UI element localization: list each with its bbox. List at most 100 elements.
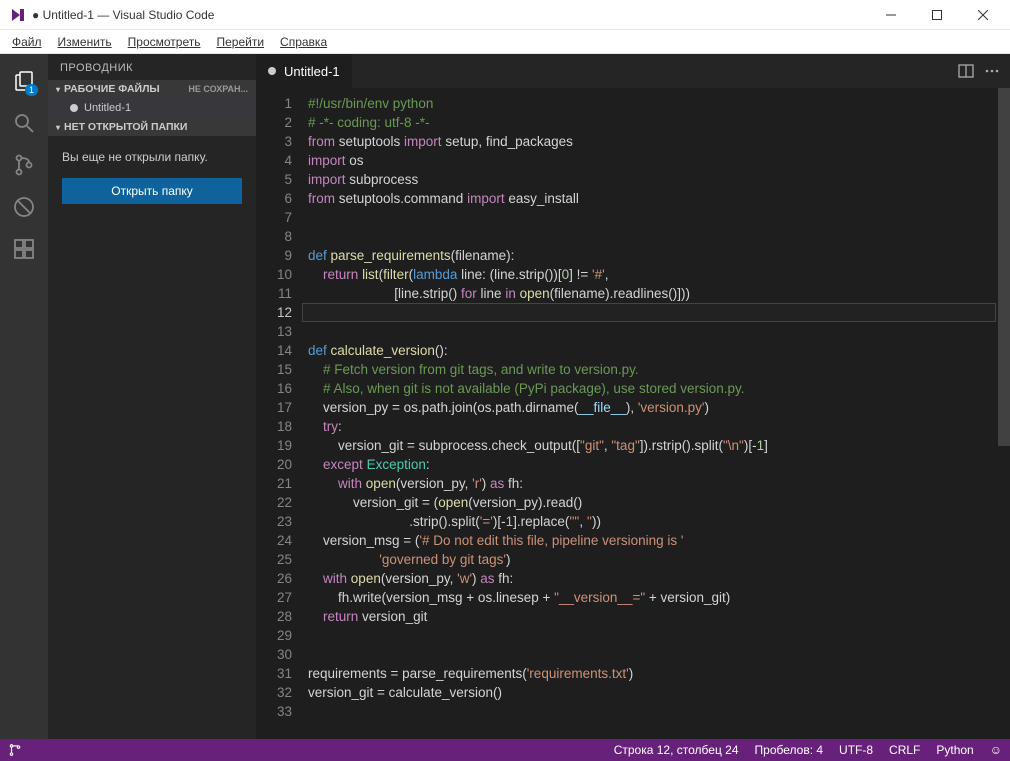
activity-badge: 1	[25, 84, 38, 96]
scrollbar-thumb[interactable]	[998, 88, 1010, 446]
code-line[interactable]: version_git = calculate_version()	[308, 683, 996, 702]
code-line[interactable]: import subprocess	[308, 170, 996, 189]
status-encoding[interactable]: UTF-8	[839, 743, 873, 757]
status-feedback-icon[interactable]: ☺	[990, 743, 1002, 757]
status-eol[interactable]: CRLF	[889, 743, 920, 757]
code-line[interactable]: 'governed by git tags')	[308, 550, 996, 569]
code-line[interactable]: def calculate_version():	[308, 341, 996, 360]
minimize-button[interactable]	[868, 0, 914, 30]
git-branch-icon[interactable]	[8, 743, 22, 757]
gutter: 1234567891011121314151617181920212223242…	[256, 88, 302, 739]
menubar: Файл Изменить Просмотреть Перейти Справк…	[0, 30, 1010, 54]
line-number: 32	[256, 683, 292, 702]
code-line[interactable]: def parse_requirements(filename):	[308, 246, 996, 265]
code-content[interactable]: #!/usr/bin/env python# -*- coding: utf-8…	[302, 88, 996, 739]
code-line[interactable]	[308, 702, 996, 721]
code-line[interactable]	[308, 322, 996, 341]
line-number: 26	[256, 569, 292, 588]
code-line[interactable]: # Fetch version from git tags, and write…	[308, 360, 996, 379]
code-line[interactable]: from setuptools import setup, find_packa…	[308, 132, 996, 151]
open-file-item[interactable]: Untitled-1	[48, 98, 256, 118]
code-line[interactable]: version_msg = ('# Do not edit this file,…	[308, 531, 996, 550]
split-editor-icon[interactable]	[958, 63, 974, 79]
line-number: 29	[256, 626, 292, 645]
code-line[interactable]	[308, 626, 996, 645]
main: 1 ПРОВОДНИК ▾ РАБОЧИЕ ФАЙЛЫ НЕ СОХРАН...…	[0, 54, 1010, 739]
activity-debug[interactable]	[0, 186, 48, 228]
no-folder-header[interactable]: ▾ НЕТ ОТКРЫТОЙ ПАПКИ	[48, 118, 256, 136]
code-line[interactable]	[308, 208, 996, 227]
menu-go[interactable]: Перейти	[208, 31, 272, 53]
code-line[interactable]	[308, 303, 996, 322]
editor[interactable]: 1234567891011121314151617181920212223242…	[256, 88, 1010, 739]
vertical-scrollbar[interactable]	[998, 88, 1010, 739]
line-number: 4	[256, 151, 292, 170]
line-number: 19	[256, 436, 292, 455]
code-line[interactable]: # -*- coding: utf-8 -*-	[308, 113, 996, 132]
chevron-down-icon: ▾	[56, 123, 60, 132]
activity-bar: 1	[0, 54, 48, 739]
code-line[interactable]: return list(filter(lambda line: (line.st…	[308, 265, 996, 284]
menu-file[interactable]: Файл	[4, 31, 50, 53]
line-number: 25	[256, 550, 292, 569]
maximize-button[interactable]	[914, 0, 960, 30]
activity-source-control[interactable]	[0, 144, 48, 186]
code-line[interactable]: from setuptools.command import easy_inst…	[308, 189, 996, 208]
menu-help[interactable]: Справка	[272, 31, 335, 53]
status-language[interactable]: Python	[936, 743, 973, 757]
menu-view[interactable]: Просмотреть	[120, 31, 209, 53]
code-line[interactable]	[308, 645, 996, 664]
code-line[interactable]: requirements = parse_requirements('requi…	[308, 664, 996, 683]
code-line[interactable]: # Also, when git is not available (PyPi …	[308, 379, 996, 398]
code-line[interactable]: with open(version_py, 'r') as fh:	[308, 474, 996, 493]
line-number: 14	[256, 341, 292, 360]
line-number: 30	[256, 645, 292, 664]
code-line[interactable]: return version_git	[308, 607, 996, 626]
working-files-header[interactable]: ▾ РАБОЧИЕ ФАЙЛЫ НЕ СОХРАН...	[48, 80, 256, 98]
code-line[interactable]: with open(version_py, 'w') as fh:	[308, 569, 996, 588]
open-file-label: Untitled-1	[84, 102, 131, 114]
code-line[interactable]	[308, 227, 996, 246]
line-number: 11	[256, 284, 292, 303]
status-bar: Строка 12, столбец 24 Пробелов: 4 UTF-8 …	[0, 739, 1010, 761]
line-number: 3	[256, 132, 292, 151]
line-number: 28	[256, 607, 292, 626]
line-number: 16	[256, 379, 292, 398]
window-title: ● Untitled-1 — Visual Studio Code	[32, 8, 214, 22]
line-number: 21	[256, 474, 292, 493]
tab-label: Untitled-1	[284, 64, 340, 79]
line-number: 20	[256, 455, 292, 474]
code-line[interactable]: except Exception:	[308, 455, 996, 474]
line-number: 17	[256, 398, 292, 417]
tab-bar: Untitled-1	[256, 54, 1010, 88]
line-number: 10	[256, 265, 292, 284]
line-number: 7	[256, 208, 292, 227]
close-button[interactable]	[960, 0, 1006, 30]
code-line[interactable]: .strip().split('=')[-1].replace('"', '')…	[308, 512, 996, 531]
tab-untitled[interactable]: Untitled-1	[256, 54, 352, 88]
code-line[interactable]: version_git = subprocess.check_output(["…	[308, 436, 996, 455]
activity-search[interactable]	[0, 102, 48, 144]
code-line[interactable]: fh.write(version_msg + os.linesep + "__v…	[308, 588, 996, 607]
code-line[interactable]: version_git = (open(version_py).read()	[308, 493, 996, 512]
menu-edit[interactable]: Изменить	[50, 31, 120, 53]
code-line[interactable]: [line.strip() for line in open(filename)…	[308, 284, 996, 303]
line-number: 13	[256, 322, 292, 341]
code-line[interactable]: version_py = os.path.join(os.path.dirnam…	[308, 398, 996, 417]
more-icon[interactable]	[984, 63, 1000, 79]
line-number: 9	[256, 246, 292, 265]
code-line[interactable]: try:	[308, 417, 996, 436]
line-number: 18	[256, 417, 292, 436]
line-number: 22	[256, 493, 292, 512]
code-line[interactable]: #!/usr/bin/env python	[308, 94, 996, 113]
modified-dot-icon	[268, 67, 276, 75]
activity-extensions[interactable]	[0, 228, 48, 270]
status-indent[interactable]: Пробелов: 4	[755, 743, 824, 757]
sidebar: ПРОВОДНИК ▾ РАБОЧИЕ ФАЙЛЫ НЕ СОХРАН... U…	[48, 54, 256, 739]
line-number: 27	[256, 588, 292, 607]
code-line[interactable]: import os	[308, 151, 996, 170]
app-icon	[10, 7, 26, 23]
status-position[interactable]: Строка 12, столбец 24	[614, 743, 739, 757]
activity-explorer[interactable]: 1	[0, 60, 48, 102]
open-folder-button[interactable]: Открыть папку	[62, 178, 242, 204]
